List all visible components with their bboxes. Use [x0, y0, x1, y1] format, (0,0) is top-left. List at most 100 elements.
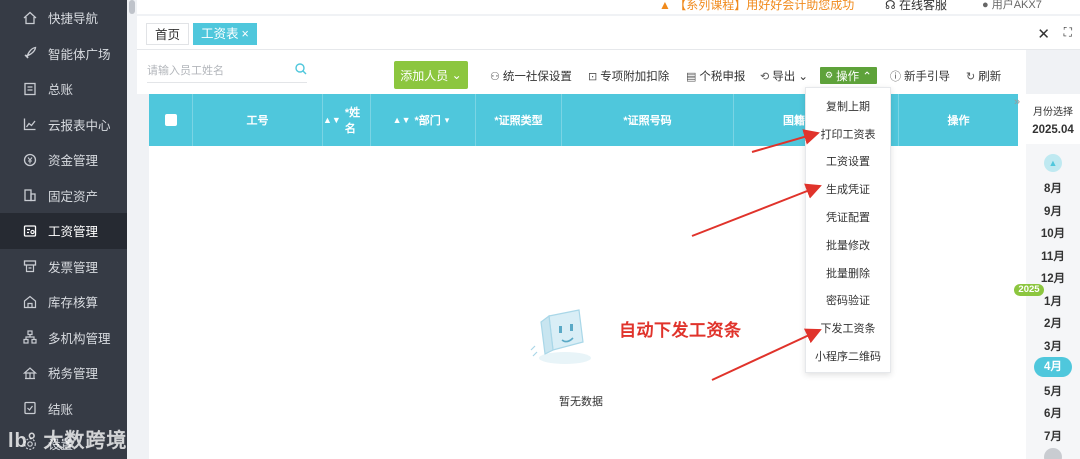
sidebar-scrollbar[interactable]	[127, 0, 137, 459]
money-icon	[22, 152, 38, 168]
select-all-cell	[149, 94, 193, 146]
sort-icon[interactable]: ▲▼	[323, 115, 341, 125]
ledger-icon	[22, 81, 38, 97]
refresh-icon: ↻	[966, 70, 976, 83]
month-item[interactable]: 5月	[1026, 383, 1080, 399]
sidebar-item-label: 工资管理	[48, 225, 99, 240]
operation-icon: ⚙	[825, 70, 834, 80]
guide-button[interactable]: ⓘ 新手引导	[890, 68, 950, 84]
expand-panel-icon[interactable]: »	[1014, 96, 1020, 108]
menu-item-password-verify[interactable]: 密码验证	[806, 287, 890, 315]
course-notice-link[interactable]: ▲ 【系列课程】用好好会计助您成功	[659, 0, 854, 13]
column-header-name[interactable]: ▲▼ *姓名	[323, 94, 371, 146]
sidebar-item-salary[interactable]: 工资管理	[0, 213, 127, 249]
month-item[interactable]: 6月	[1026, 405, 1080, 421]
rocket-icon	[22, 45, 38, 61]
month-item-active[interactable]: 4月	[1034, 357, 1072, 377]
month-item[interactable]: 2月	[1026, 315, 1080, 331]
export-button[interactable]: ⟲ 导出 ⌄	[760, 68, 808, 84]
sidebar-item-quick-nav[interactable]: 快捷导航	[0, 0, 127, 36]
sidebar-item-invoice[interactable]: 发票管理	[0, 249, 127, 285]
month-item[interactable]: 10月	[1026, 225, 1080, 241]
export-label: 导出	[772, 71, 796, 83]
scrollbar-thumb[interactable]	[129, 0, 135, 14]
watermark-logo: lb° 大数跨境	[8, 424, 127, 453]
operation-button[interactable]: ⚙ 操作 ⌃	[820, 67, 877, 84]
column-header-id-number[interactable]: *证照号码	[562, 94, 734, 146]
social-security-button[interactable]: ⚇ 统一社保设置	[490, 68, 572, 84]
tab-label: 工资表	[201, 27, 239, 41]
sidebar-item-cloud-report[interactable]: 云报表中心	[0, 107, 127, 143]
column-header-department[interactable]: ▲▼ *部门 ▾	[371, 94, 476, 146]
sidebar: 快捷导航 智能体广场 总账 云报表中心 资金管理 固定资产 工资管理 发票管理 …	[0, 0, 127, 459]
close-window-icon[interactable]: ✕	[1037, 25, 1050, 43]
people-icon: ⚇	[490, 70, 500, 83]
month-item[interactable]: 7月	[1026, 428, 1080, 444]
chevron-down-icon: ⌄	[451, 68, 462, 82]
month-item[interactable]: 9月	[1026, 203, 1080, 219]
menu-item-print-salary[interactable]: 打印工资表	[806, 120, 890, 148]
scroll-down-icon[interactable]	[1044, 448, 1062, 459]
annotation-auto-issue-payslip: 自动下发工资条	[619, 321, 742, 340]
watermark-text: 大数跨境	[43, 430, 128, 452]
add-employee-button[interactable]: 添加人员 ⌄	[394, 61, 468, 89]
column-header-id-type[interactable]: *证照类型	[476, 94, 562, 146]
search-icon[interactable]	[295, 63, 307, 78]
search-input[interactable]	[147, 61, 277, 81]
invoice-icon	[22, 258, 38, 274]
fullscreen-icon[interactable]: ⛶	[1064, 25, 1072, 40]
menu-item-batch-delete[interactable]: 批量删除	[806, 259, 890, 287]
home-icon	[22, 10, 38, 26]
menu-item-batch-edit[interactable]: 批量修改	[806, 231, 890, 259]
select-all-checkbox[interactable]	[164, 114, 177, 126]
sidebar-item-label: 云报表中心	[48, 118, 111, 133]
sidebar-item-checkout[interactable]: 结账	[0, 391, 127, 427]
user-menu[interactable]: ● 用户AKX7	[982, 0, 1042, 12]
menu-item-generate-voucher[interactable]: 生成凭证	[806, 175, 890, 203]
sidebar-item-label: 多机构管理	[48, 331, 111, 346]
menu-item-copy-previous[interactable]: 复制上期	[806, 92, 890, 120]
scroll-up-icon[interactable]: ▲	[1044, 154, 1062, 172]
search-box	[147, 61, 307, 83]
watermark-mark-icon: lb°	[8, 430, 37, 452]
filter-icon[interactable]: ▾	[445, 115, 450, 126]
column-header-actions: 操作	[947, 115, 970, 127]
tab-salary-sheet[interactable]: 工资表 ×	[193, 23, 257, 45]
deduction-icon: ⊡	[588, 70, 598, 83]
online-service-link[interactable]: ☊ 在线客服	[885, 0, 947, 13]
tax-declaration-button[interactable]: ▤ 个税申报	[686, 68, 745, 84]
sidebar-item-label: 资金管理	[48, 154, 99, 169]
sidebar-item-funds[interactable]: 资金管理	[0, 142, 127, 178]
close-icon[interactable]: ×	[242, 27, 249, 41]
sidebar-item-multi-org[interactable]: 多机构管理	[0, 320, 127, 356]
refresh-button[interactable]: ↻ 刷新	[966, 68, 1001, 84]
tax-declaration-label: 个税申报	[699, 71, 746, 83]
sidebar-item-inventory[interactable]: 库存核算	[0, 284, 127, 320]
year-badge: 2025	[1014, 284, 1044, 296]
menu-item-miniprogram-qr[interactable]: 小程序二维码	[806, 342, 890, 370]
top-bar: ▲ 【系列课程】用好好会计助您成功 ☊ 在线客服 ● 用户AKX7	[137, 0, 1080, 14]
month-item[interactable]: 8月	[1026, 180, 1080, 196]
org-icon	[22, 329, 38, 345]
column-header-id[interactable]: 工号	[193, 94, 323, 146]
sidebar-item-tax[interactable]: 税务管理	[0, 355, 127, 391]
checkout-icon	[22, 400, 38, 416]
warehouse-icon	[22, 294, 38, 310]
sort-icon[interactable]: ▲▼	[393, 115, 411, 125]
menu-item-voucher-config[interactable]: 凭证配置	[806, 203, 890, 231]
sidebar-item-agent-square[interactable]: 智能体广场	[0, 36, 127, 72]
guide-label: 新手引导	[904, 71, 950, 83]
special-deduction-button[interactable]: ⊡ 专项附加扣除	[588, 68, 669, 84]
menu-item-salary-settings[interactable]: 工资设置	[806, 148, 890, 176]
sidebar-item-fixed-assets[interactable]: 固定资产	[0, 178, 127, 214]
month-item[interactable]: 11月	[1026, 248, 1080, 264]
export-icon: ⟲	[760, 70, 770, 83]
month-item[interactable]: 3月	[1026, 338, 1080, 354]
menu-item-issue-payslip[interactable]: 下发工资条	[806, 314, 890, 342]
sidebar-item-label: 结账	[48, 402, 74, 417]
tabs-row: 首页 工资表 × ✕ ⛶	[137, 16, 1080, 50]
month-selector-panel: 月份选择 2025.04 ▲ 8月 9月 10月 11月 12月 1月 2月 3…	[1026, 94, 1080, 459]
add-employee-label: 添加人员	[400, 68, 449, 83]
sidebar-item-ledger[interactable]: 总账	[0, 71, 127, 107]
tab-home[interactable]: 首页	[146, 23, 190, 45]
